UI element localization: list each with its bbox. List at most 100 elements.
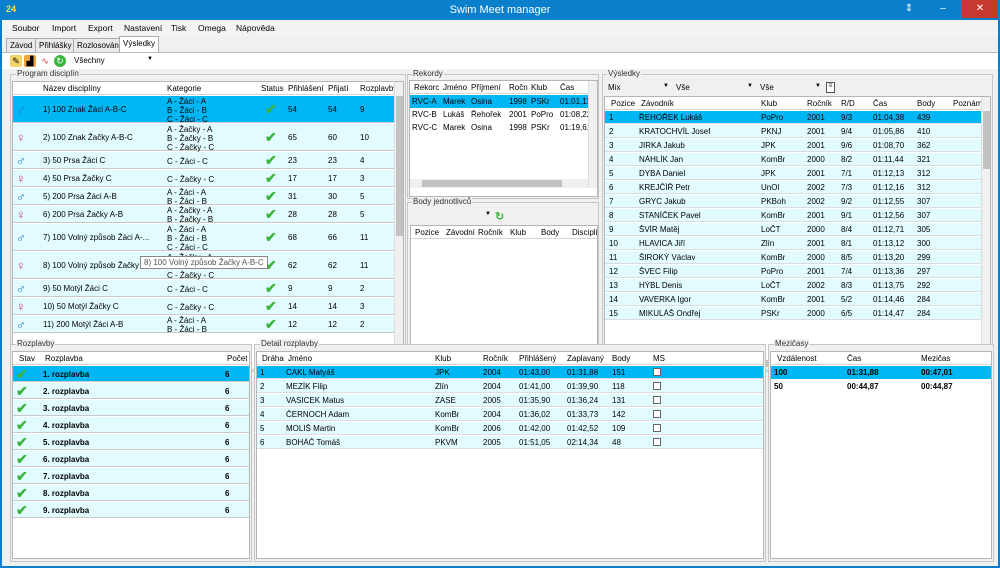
- col-vzdalenost[interactable]: Vzdálenost: [777, 354, 817, 363]
- col-nazev[interactable]: Název disciplíny: [43, 84, 101, 93]
- program-row[interactable]: ♀ 10) 50 Motýl Žačky C C - Žačky - C ✔ 14 14 3: [13, 298, 394, 315]
- chart-icon[interactable]: ∿: [39, 55, 51, 67]
- tab-vysledky[interactable]: Výsledky: [119, 36, 160, 52]
- age-filter-dropdown[interactable]: Vše ▼: [758, 82, 822, 94]
- heat-row[interactable]: ✔ 9. rozplavba 6: [13, 502, 249, 518]
- col-body[interactable]: Body: [917, 99, 935, 108]
- col-body[interactable]: Body: [612, 354, 630, 363]
- col-rekord[interactable]: Rekorc: [414, 83, 442, 92]
- heat-row[interactable]: ✔ 2. rozplavba 6: [13, 383, 249, 399]
- result-row[interactable]: 3 JIRKA Jakub JPK 2001 9/6 01:08,70 362: [605, 139, 981, 152]
- col-zaplavany[interactable]: Zaplavaný: [567, 354, 604, 363]
- col-status[interactable]: Status: [261, 84, 284, 93]
- col-zavodnik[interactable]: Závodní: [446, 228, 475, 237]
- heat-row[interactable]: ✔ 3. rozplavba 6: [13, 400, 249, 416]
- col-jmeno[interactable]: Jméno: [443, 83, 467, 92]
- heat-row[interactable]: ✔ 7. rozplavba 6: [13, 468, 249, 484]
- gender-filter-dropdown[interactable]: Mix ▼: [606, 82, 670, 94]
- result-row[interactable]: 1 ŘEHOŘEK Lukáš PoPro 2001 9/3 01:04,38 439: [605, 111, 981, 124]
- col-rocnik[interactable]: Ročník: [478, 228, 503, 237]
- menu-export[interactable]: Export: [88, 23, 113, 33]
- col-pocet[interactable]: Počet: [227, 354, 247, 363]
- program-row[interactable]: ♂ 9) 50 Motýl Žáci C C - Žáci - C ✔ 9 9 2: [13, 280, 394, 297]
- heat-row[interactable]: ✔ 4. rozplavba 6: [13, 417, 249, 433]
- col-klub[interactable]: Klub: [435, 354, 451, 363]
- program-row[interactable]: ♀ 4) 50 Prsa Žačky C C - Žačky - C ✔ 17 17 3: [13, 170, 394, 187]
- menu-omega[interactable]: Omega: [198, 23, 226, 33]
- menu-napoveda[interactable]: Nápověda: [236, 23, 275, 33]
- vysledky-scroll-thumb[interactable]: [983, 111, 990, 169]
- heat-row[interactable]: ✔ 6. rozplavba 6: [13, 451, 249, 467]
- split-row[interactable]: 50 00:44,87 00:44,87: [771, 380, 991, 393]
- swimmer-row[interactable]: 2 MEZÍK Filip Zlín 2004 01:41,00 01:39,90 118: [257, 380, 763, 393]
- col-ms[interactable]: MS: [653, 354, 665, 363]
- program-row[interactable]: ♂ 5) 200 Prsa Žáci A-B A - Žáci - AB - Žác…: [13, 188, 394, 206]
- body-dropdown[interactable]: ▼: [412, 210, 492, 222]
- col-cas[interactable]: Čas: [847, 354, 861, 363]
- result-row[interactable]: 12 ŠVEC Filip PoPro 2001 7/4 01:13,36 297: [605, 265, 981, 278]
- record-row[interactable]: RVC-AMarekOsina1998PSKr01:01,11F: [410, 95, 597, 108]
- col-rd[interactable]: R/D: [841, 99, 855, 108]
- record-row[interactable]: RVC-CMarekOsina1998PSKr01:19,61F: [410, 121, 597, 134]
- swimmer-row[interactable]: 6 BOHÁČ Tomáš PKVM 2005 01:51,05 02:14,34 48: [257, 436, 763, 449]
- result-row[interactable]: 15 MIKULÁŠ Ondřej PSKr 2000 6/5 01:14,47 284: [605, 307, 981, 320]
- program-row[interactable]: ♂ 1) 100 Znak Žáci A-B-C A - Žáci - AB - Ž…: [13, 96, 394, 124]
- program-row[interactable]: ♀ 6) 200 Prsa Žačky A-B A - Žačky - AB - Ž…: [13, 206, 394, 224]
- ms-checkbox[interactable]: [653, 410, 661, 418]
- swimmer-row[interactable]: 3 VASICEK Matus ZASE 2005 01:35,90 01:36,24 13…: [257, 394, 763, 407]
- col-zavodnik[interactable]: Závodník: [641, 99, 674, 108]
- col-poznamka[interactable]: Poznámka: [953, 99, 981, 108]
- heat-row[interactable]: ✔ 8. rozplavba 6: [13, 485, 249, 501]
- close-button[interactable]: ✕: [962, 0, 998, 18]
- result-row[interactable]: 7 GRYC Jakub PKBoh 2002 9/2 01:12,55 307: [605, 195, 981, 208]
- col-mezicas[interactable]: Mezičas: [921, 354, 950, 363]
- program-row[interactable]: ♂ 7) 100 Volný způsob Žáci A-... A - Žáci …: [13, 224, 394, 252]
- program-scrollbar[interactable]: [394, 82, 403, 369]
- result-row[interactable]: 5 DYBA Daniel JPK 2001 7/1 01:12,13 312: [605, 167, 981, 180]
- col-jmeno[interactable]: Jméno: [288, 354, 312, 363]
- result-row[interactable]: 10 HLAVICA Jiří Zlín 2001 8/1 01:13,12 300: [605, 237, 981, 250]
- col-draha[interactable]: Dráha: [262, 354, 284, 363]
- col-disciplina[interactable]: Disciplír: [572, 228, 597, 237]
- col-cas[interactable]: Čas: [560, 83, 574, 92]
- col-kategorie[interactable]: Kategorie: [167, 84, 201, 93]
- result-row[interactable]: 11 ŠIROKÝ Václav KomBr 2000 8/5 01:13,20 299: [605, 251, 981, 264]
- col-stav[interactable]: Stav: [19, 354, 35, 363]
- vysledky-vscroll[interactable]: [981, 97, 990, 369]
- menu-import[interactable]: Import: [52, 23, 76, 33]
- category-filter-dropdown[interactable]: Vše ▼: [674, 82, 754, 94]
- document-icon[interactable]: ≡: [826, 82, 835, 93]
- menu-tisk[interactable]: Tisk: [171, 23, 186, 33]
- col-klub[interactable]: Klub: [510, 228, 526, 237]
- record-row[interactable]: RVC-BLukášŘehořek2001PoPro01:08,22F: [410, 108, 597, 121]
- ms-checkbox[interactable]: [653, 368, 661, 376]
- col-rocnik[interactable]: Ročník: [483, 354, 508, 363]
- col-prihlaseni[interactable]: Přihlášení: [288, 84, 324, 93]
- program-scroll-thumb[interactable]: [396, 96, 403, 236]
- col-cas[interactable]: Čas: [873, 99, 887, 108]
- col-prijati[interactable]: Přijatí: [328, 84, 348, 93]
- ms-checkbox[interactable]: [653, 382, 661, 390]
- refresh-icon[interactable]: ↻: [495, 210, 504, 223]
- rekordy-hscroll-thumb[interactable]: [422, 180, 562, 187]
- col-klub[interactable]: Klub: [531, 83, 547, 92]
- rekordy-vscroll[interactable]: [588, 81, 597, 188]
- edit-icon[interactable]: ✎: [10, 55, 22, 67]
- col-prihlaseny[interactable]: Přihlášený: [519, 354, 556, 363]
- tab-rozlosovani[interactable]: Rozlosování: [73, 38, 126, 52]
- minimize-button[interactable]: –: [930, 0, 956, 18]
- rekordy-hscroll[interactable]: [410, 179, 588, 188]
- menu-nastaveni[interactable]: Nastavení: [124, 23, 162, 33]
- result-row[interactable]: 4 NÁHLÍK Jan KomBr 2000 8/2 01:11,44 321: [605, 153, 981, 166]
- col-rocnik[interactable]: Ročník: [807, 99, 832, 108]
- col-rozplavba[interactable]: Rozplavba: [45, 354, 83, 363]
- ms-checkbox[interactable]: [653, 438, 661, 446]
- split-row[interactable]: 100 01:31,88 00:47,01: [771, 366, 991, 379]
- heat-row[interactable]: ✔ 5. rozplavba 6: [13, 434, 249, 450]
- restore-icon[interactable]: ⇕: [896, 0, 922, 18]
- swimmer-row[interactable]: 4 ČERNOCH Adam KomBr 2004 01:36,02 01:33,73 14…: [257, 408, 763, 421]
- program-row[interactable]: ♀ 2) 100 Znak Žačky A-B-C A - Žačky - AB -…: [13, 124, 394, 152]
- tab-prihlasky[interactable]: Přihlášky: [35, 38, 76, 52]
- result-row[interactable]: 2 KRATOCHVÍL Josef PKNJ 2001 9/4 01:05,86 410: [605, 125, 981, 138]
- ms-checkbox[interactable]: [653, 396, 661, 404]
